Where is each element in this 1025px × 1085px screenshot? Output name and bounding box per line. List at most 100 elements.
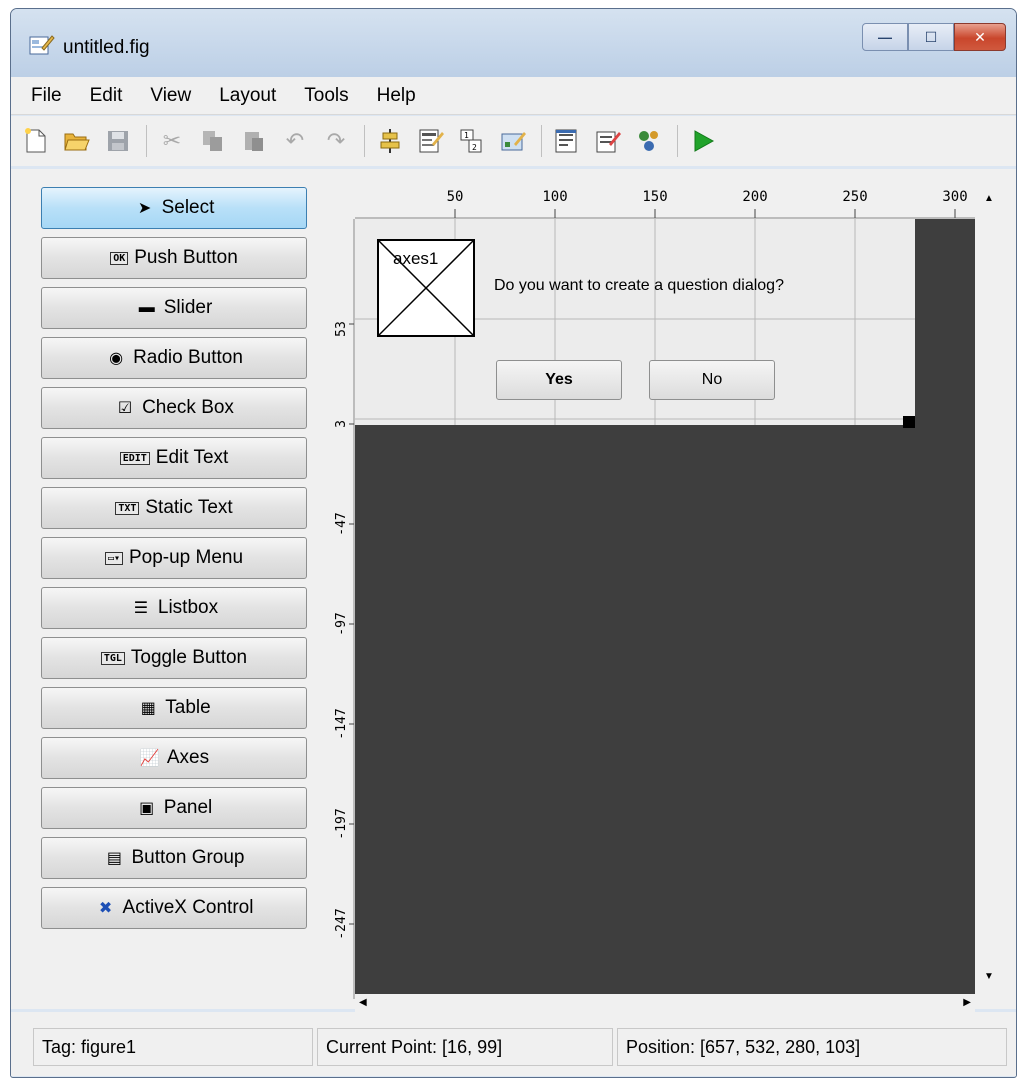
edit-text-icon: EDIT	[119, 451, 150, 465]
minimize-icon: —	[878, 29, 892, 45]
window-title: untitled.fig	[63, 37, 150, 58]
toolbar-separator	[677, 125, 678, 157]
menu-editor-icon[interactable]	[416, 126, 446, 156]
menu-help[interactable]: Help	[377, 85, 416, 107]
palette-toggle-button[interactable]: TGL Toggle Button	[41, 637, 307, 679]
slider-icon: ▬	[138, 299, 155, 316]
ruler-top-tick: 300	[942, 189, 967, 205]
palette-slider[interactable]: ▬ Slider	[41, 287, 307, 329]
palette-label: Pop-up Menu	[128, 547, 244, 568]
layout-workspace[interactable]: axes1 Do you want to create a question d…	[355, 219, 975, 994]
toolbar-editor-icon[interactable]	[498, 126, 528, 156]
undo-icon[interactable]: ↶	[280, 126, 310, 156]
static-text-icon: TXT	[115, 501, 140, 515]
menu-file[interactable]: File	[31, 85, 62, 107]
editor-icon[interactable]	[552, 126, 582, 156]
close-icon: ✕	[974, 28, 986, 45]
menu-layout[interactable]: Layout	[219, 85, 276, 107]
fig-file-icon	[29, 35, 55, 55]
align-icon[interactable]	[375, 126, 405, 156]
palette-axes[interactable]: 📈 Axes	[41, 737, 307, 779]
tab-order-icon[interactable]: 12	[457, 126, 487, 156]
object-browser-icon[interactable]	[634, 126, 664, 156]
palette-label: Edit Text	[155, 447, 229, 468]
palette-popup-menu[interactable]: ▭▾ Pop-up Menu	[41, 537, 307, 579]
menu-bar: File Edit View Layout Tools Help	[11, 77, 1016, 115]
no-button[interactable]: No	[649, 360, 775, 400]
new-icon[interactable]	[21, 126, 51, 156]
palette-edit-text[interactable]: EDIT Edit Text	[41, 437, 307, 479]
scroll-up-icon[interactable]: ▲	[984, 193, 994, 204]
palette-label: Table	[165, 697, 211, 718]
save-icon[interactable]	[103, 126, 133, 156]
palette-label: Select	[161, 197, 215, 218]
ruler-left-tick: -97	[334, 612, 349, 635]
status-current-point: Current Point: [16, 99]	[317, 1028, 613, 1066]
minimize-button[interactable]: —	[862, 23, 908, 51]
status-tag: Tag: figure1	[33, 1028, 313, 1066]
palette-label: Radio Button	[133, 347, 243, 368]
listbox-icon: ☰	[133, 600, 149, 617]
close-button[interactable]: ✕	[954, 23, 1006, 51]
canvas-area: 50 100 150 200 250 300 53 3 -47 -97 -147…	[325, 179, 1005, 1016]
palette-table[interactable]: ▦ Table	[41, 687, 307, 729]
palette-button-group[interactable]: ▤ Button Group	[41, 837, 307, 879]
palette-select[interactable]: ➤ Select	[41, 187, 307, 229]
no-label: No	[701, 371, 723, 388]
button-group-icon: ▤	[106, 850, 123, 867]
checkbox-icon: ☑	[117, 400, 133, 417]
scroll-down-icon[interactable]: ▼	[984, 971, 994, 982]
title-bar[interactable]: untitled.fig — ☐ ✕	[11, 9, 1016, 77]
run-icon[interactable]	[688, 126, 718, 156]
status-position: Position: [657, 532, 280, 103]	[617, 1028, 1007, 1066]
ruler-left: 53 3 -47 -97 -147 -197 -247	[325, 219, 355, 999]
scroll-left-icon[interactable]: ◀	[359, 997, 367, 1008]
question-static-text[interactable]: Do you want to create a question dialog?	[494, 277, 784, 295]
palette-push-button[interactable]: OK Push Button	[41, 237, 307, 279]
ruler-top-tick: 200	[742, 189, 767, 205]
figure-canvas[interactable]: axes1 Do you want to create a question d…	[355, 219, 915, 428]
ruler-left-tick: -147	[334, 708, 349, 739]
palette-activex-control[interactable]: ✖ ActiveX Control	[41, 887, 307, 929]
arrow-icon: ➤	[137, 200, 152, 217]
ruler-left-tick: 3	[334, 420, 349, 428]
paste-icon[interactable]	[239, 126, 269, 156]
axes1-component[interactable]: axes1	[377, 239, 475, 337]
palette-static-text[interactable]: TXT Static Text	[41, 487, 307, 529]
toolbar-separator	[364, 125, 365, 157]
vertical-scrollbar[interactable]: ▲ ▼	[977, 179, 1001, 994]
svg-text:2: 2	[472, 143, 477, 152]
open-icon[interactable]	[62, 126, 92, 156]
palette-label: Listbox	[157, 597, 219, 618]
ruler-left-tick: -197	[334, 808, 349, 839]
activex-icon: ✖	[98, 900, 113, 917]
palette-label: Check Box	[142, 397, 234, 418]
scroll-right-icon[interactable]: ▶	[963, 997, 971, 1008]
ruler-left-tick: -247	[334, 908, 349, 939]
ruler-top-tick: 250	[842, 189, 867, 205]
palette-listbox[interactable]: ☰ Listbox	[41, 587, 307, 629]
maximize-icon: ☐	[924, 28, 938, 45]
layout-editor: ➤ Select OK Push Button ▬ Slider ◉ Radio…	[11, 169, 1016, 1016]
ruler-top-tick: 50	[447, 189, 464, 205]
popup-icon: ▭▾	[104, 551, 123, 565]
menu-view[interactable]: View	[150, 85, 191, 107]
yes-label: Yes	[545, 371, 573, 388]
table-icon: ▦	[140, 700, 156, 717]
resize-handle[interactable]	[903, 416, 915, 428]
toolbar-separator	[146, 125, 147, 157]
menu-tools[interactable]: Tools	[304, 85, 348, 107]
menu-edit[interactable]: Edit	[90, 85, 123, 107]
guide-window: untitled.fig — ☐ ✕ File Edit View Layout…	[10, 8, 1017, 1078]
palette-label: Static Text	[145, 497, 233, 518]
copy-icon[interactable]	[198, 126, 228, 156]
maximize-button[interactable]: ☐	[908, 23, 954, 51]
palette-check-box[interactable]: ☑ Check Box	[41, 387, 307, 429]
yes-button[interactable]: Yes	[496, 360, 622, 400]
palette-radio-button[interactable]: ◉ Radio Button	[41, 337, 307, 379]
palette-label: Axes	[166, 747, 210, 768]
cut-icon[interactable]: ✂	[157, 126, 187, 156]
redo-icon[interactable]: ↷	[321, 126, 351, 156]
property-inspector-icon[interactable]	[593, 126, 623, 156]
palette-panel[interactable]: ▣ Panel	[41, 787, 307, 829]
